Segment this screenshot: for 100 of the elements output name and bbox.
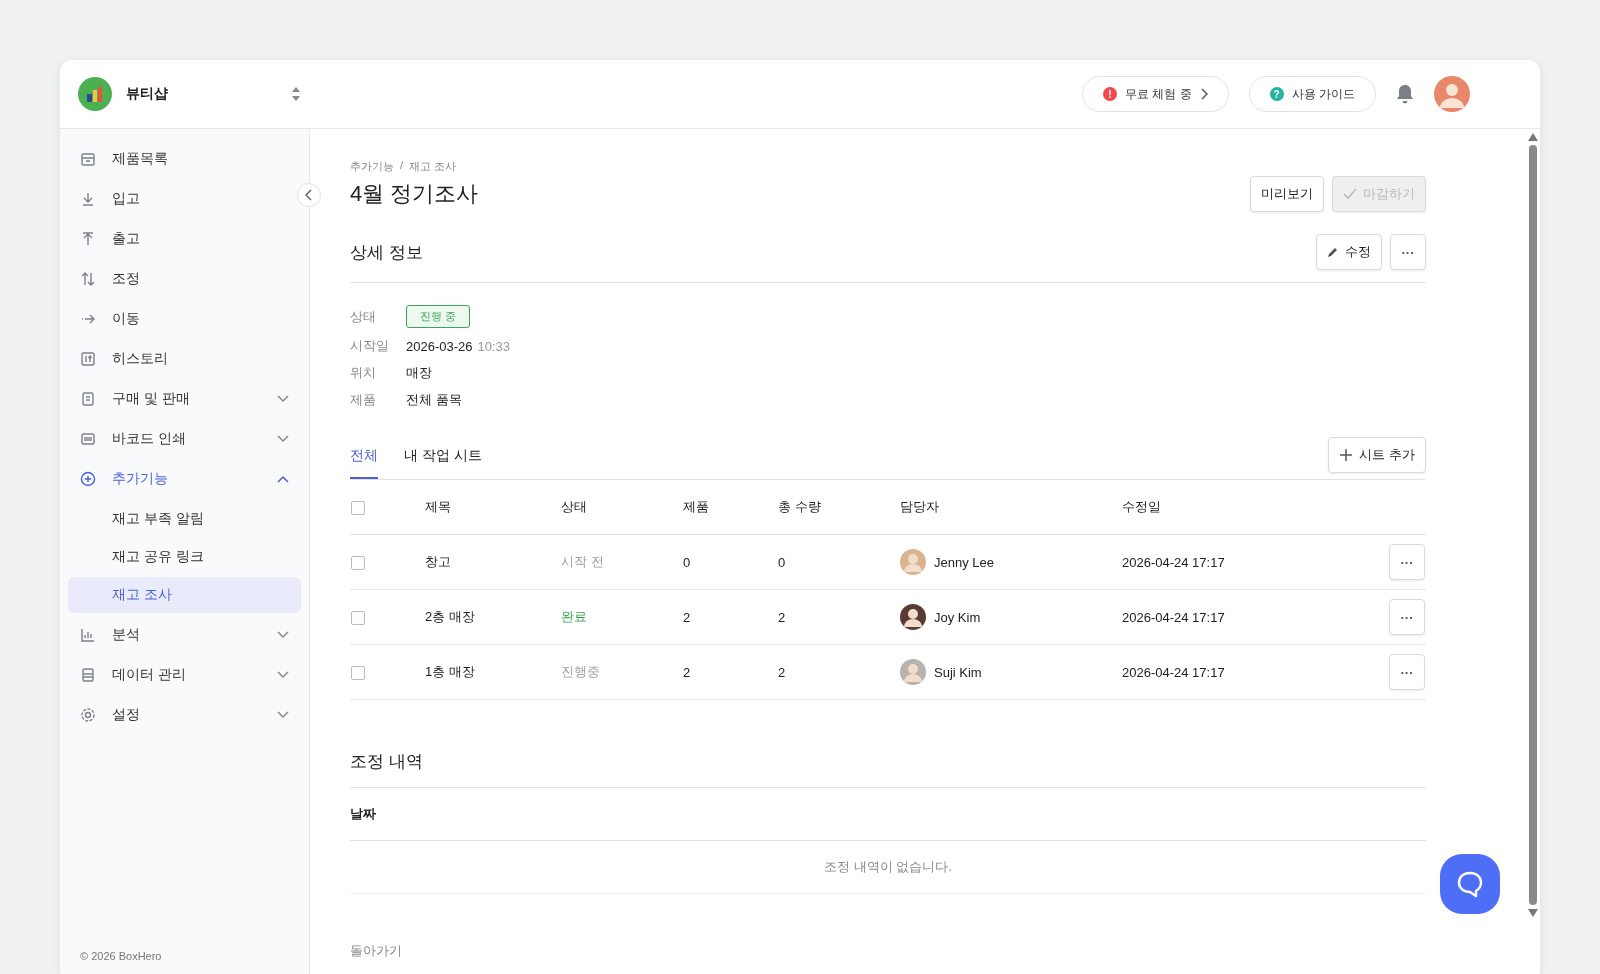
add-sheet-button[interactable]: 시트 추가: [1328, 437, 1426, 473]
swap-icon: [80, 271, 96, 287]
column-header: 제품: [683, 499, 709, 514]
avatar-icon: [900, 549, 926, 575]
sidebar-item[interactable]: 설정: [68, 695, 301, 735]
field-value: 매장: [406, 364, 432, 382]
assignee-name: Suji Kim: [934, 664, 982, 680]
table-cell: 0: [683, 554, 691, 570]
row-more-button[interactable]: ···: [1389, 654, 1425, 690]
chevron-icon: [277, 435, 289, 443]
chevron-icon: [277, 671, 289, 679]
shop-logo-icon: [78, 77, 112, 111]
doc-icon: [80, 391, 96, 407]
pencil-icon: [1327, 246, 1339, 258]
chevron-icon: [277, 475, 289, 483]
table-cell: 2: [778, 609, 786, 625]
sidebar-item[interactable]: 분석: [68, 615, 301, 655]
table-cell: 1층 매장: [425, 664, 475, 679]
sidebar-item[interactable]: 출고: [68, 219, 301, 259]
sidebar-item[interactable]: 히스토리: [68, 339, 301, 379]
status-badge: 진행 중: [406, 305, 471, 328]
chevron-right-icon: [1199, 88, 1208, 100]
switch-shop-icon[interactable]: [292, 87, 300, 101]
collapse-sidebar-button[interactable]: [297, 183, 321, 207]
barcode-icon: [80, 431, 96, 447]
field-value: 전체 품목: [406, 391, 462, 409]
field-time: 10:33: [477, 338, 511, 354]
bell-icon[interactable]: [1396, 84, 1414, 104]
shop-name: 뷰티샵: [126, 85, 169, 103]
breadcrumb-separator: /: [400, 159, 404, 173]
table-cell: 0: [778, 554, 786, 570]
scroll-down-icon: [1528, 909, 1538, 917]
assignee-name: Joy Kim: [934, 609, 981, 625]
column-header: 수정일: [1122, 499, 1161, 514]
more-button[interactable]: ···: [1390, 234, 1426, 270]
field-label: 제품: [350, 391, 376, 409]
table-cell: 2026-04-24 17:17: [1122, 554, 1225, 570]
field-label: 위치: [350, 364, 376, 382]
table-cell: 2: [683, 609, 691, 625]
status-text: 시작 전: [561, 554, 604, 569]
sidebar-item[interactable]: 바코드 인쇄: [68, 419, 301, 459]
select-all-checkbox[interactable]: [351, 500, 365, 515]
sidebar-item[interactable]: 데이터 관리: [68, 655, 301, 695]
sidebar-item[interactable]: 제품목록: [68, 139, 301, 179]
column-header: 날짜: [350, 805, 376, 823]
sidebar-item[interactable]: 입고: [68, 179, 301, 219]
section-title: 상세 정보: [350, 241, 423, 264]
column-header: 제목: [425, 499, 451, 514]
check-icon: [1343, 188, 1357, 200]
sidebar-subitem[interactable]: 재고 부족 알림: [68, 501, 301, 537]
table-cell: 2026-04-24 17:17: [1122, 664, 1225, 680]
breadcrumb-link[interactable]: 추가기능: [350, 159, 394, 174]
tab[interactable]: 전체: [350, 447, 378, 479]
sidebar-item[interactable]: 추가기능: [68, 459, 301, 499]
user-guide-button[interactable]: ? 사용 가이드: [1248, 76, 1376, 112]
chart-icon: [80, 627, 96, 643]
chevron-icon: [277, 631, 289, 639]
tab[interactable]: 내 작업 시트: [404, 447, 482, 479]
table-cell: 2026-04-24 17:17: [1122, 609, 1225, 625]
chevron-icon: [277, 395, 289, 403]
table-cell: 2: [683, 664, 691, 680]
gear-icon: [80, 707, 96, 723]
down-icon: [80, 191, 96, 207]
assignee-name: Jenny Lee: [934, 554, 994, 570]
sidebar-item[interactable]: 이동: [68, 299, 301, 339]
row-checkbox[interactable]: [351, 555, 365, 570]
chevron-left-icon: [305, 189, 313, 201]
column-header: 총 수량: [778, 499, 821, 514]
avatar-icon: [900, 659, 926, 685]
chat-button[interactable]: [1440, 854, 1500, 914]
preview-button[interactable]: 미리보기: [1250, 176, 1324, 212]
column-header: 상태: [561, 499, 587, 514]
copyright-text: © 2026 BoxHero: [79, 950, 163, 964]
back-link[interactable]: 돌아가기: [350, 943, 402, 958]
sidebar-subitem[interactable]: 재고 조사: [68, 577, 301, 613]
page-title: 4월 정기조사: [350, 180, 479, 208]
table-cell: 2: [778, 664, 786, 680]
sidebar-subitem[interactable]: 재고 공유 링크: [68, 539, 301, 575]
free-trial-button[interactable]: ! 무료 체험 중: [1082, 76, 1229, 112]
status-text: 완료: [561, 609, 587, 624]
sidebar-item[interactable]: 구매 및 판매: [68, 379, 301, 419]
row-more-button[interactable]: ···: [1389, 599, 1425, 635]
up-icon: [80, 231, 96, 247]
avatar-icon: [900, 604, 926, 630]
row-checkbox[interactable]: [351, 665, 365, 680]
row-checkbox[interactable]: [351, 610, 365, 625]
table-cell: 2층 매장: [425, 609, 475, 624]
field-value: 2026-03-26: [406, 338, 473, 354]
avatar-icon[interactable]: [1434, 76, 1470, 112]
empty-message: 조정 내역이 없습니다.: [824, 858, 952, 876]
scroll-up-icon: [1528, 133, 1538, 141]
section-title: 조정 내역: [350, 750, 1426, 788]
edit-button[interactable]: 수정: [1316, 234, 1382, 270]
plus-icon: [1339, 448, 1354, 462]
box-icon: [80, 151, 96, 167]
speech-bubble-icon: [1456, 870, 1484, 898]
row-more-button[interactable]: ···: [1389, 544, 1425, 580]
table-cell: 창고: [425, 554, 451, 569]
field-label: 시작일: [350, 337, 389, 355]
sidebar-item[interactable]: 조정: [68, 259, 301, 299]
